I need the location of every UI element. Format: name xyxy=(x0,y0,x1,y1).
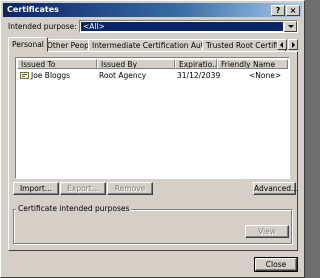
intended-purpose-value: <All> xyxy=(81,22,283,31)
window-title: Certificates xyxy=(7,5,59,14)
tab-trusted-root[interactable]: Trusted Root Certification xyxy=(202,39,286,51)
export-button[interactable]: Export... xyxy=(60,182,106,195)
certificates-dialog: Certificates ? × Intended purpose: <All>… xyxy=(0,0,305,278)
help-icon[interactable]: ? xyxy=(271,5,285,16)
tab-scroll-left[interactable] xyxy=(277,39,287,50)
arrow-left-icon xyxy=(280,42,283,48)
tab-personal[interactable]: Personal xyxy=(8,37,48,52)
remove-button[interactable]: Remove xyxy=(107,182,153,195)
dropdown-button[interactable] xyxy=(284,21,297,32)
certificate-list[interactable]: Issued To Issued By Expiratio... Friendl… xyxy=(15,57,290,179)
column-issued-by[interactable]: Issued By xyxy=(97,59,175,69)
close-button[interactable]: Close xyxy=(254,257,298,272)
import-button[interactable]: Import... xyxy=(13,182,59,195)
column-expiration[interactable]: Expiratio... xyxy=(175,59,217,69)
intended-purpose-select[interactable]: <All> xyxy=(79,20,298,33)
close-icon[interactable]: × xyxy=(286,5,300,16)
column-friendly-name[interactable]: Friendly Name xyxy=(217,59,288,69)
cell-friendly-name: <None> xyxy=(249,71,282,80)
cell-expiration: 31/12/2039 xyxy=(177,71,221,80)
column-issued-to[interactable]: Issued To xyxy=(17,59,97,69)
title-bar[interactable]: Certificates ? × xyxy=(3,3,302,17)
intended-purpose-label: Intended purpose: xyxy=(8,22,77,31)
view-button[interactable]: View xyxy=(245,225,289,238)
chevron-down-icon xyxy=(288,25,294,28)
tab-strip: Personal Other People Intermediate Certi… xyxy=(8,37,298,52)
cell-issued-by: Root Agency xyxy=(99,71,147,80)
advanced-button[interactable]: Advanced... xyxy=(253,182,298,195)
tab-scroll-right[interactable] xyxy=(288,39,298,50)
table-row[interactable]: Joe Bloggs Root Agency 31/12/2039 <None> xyxy=(17,71,288,81)
cell-issued-to: Joe Bloggs xyxy=(31,71,71,80)
arrow-right-icon xyxy=(292,42,295,48)
certificate-icon xyxy=(20,72,29,79)
intended-purposes-title: Certificate intended purposes xyxy=(16,204,132,213)
